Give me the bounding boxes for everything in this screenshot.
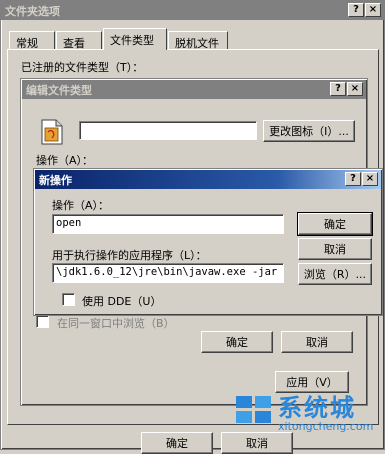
browse-button[interactable]: 浏览（R）... <box>298 263 372 285</box>
registered-types-label: 已注册的文件类型（T）： <box>21 61 144 74</box>
tab-offline-files[interactable]: 脱机文件 <box>168 31 228 50</box>
action-label: 操作（A）： <box>52 199 110 212</box>
tab-general[interactable]: 常规 <box>9 31 55 50</box>
new-action-window: 新操作 ? × 操作（A）： open 确定 取消 用于执行操作的应用程序（L）… <box>33 168 383 316</box>
file-type-icon <box>41 119 63 145</box>
type-name-input[interactable] <box>79 121 257 140</box>
edit-cancel-button[interactable]: 取消 <box>281 331 353 353</box>
action-input[interactable]: open <box>52 214 284 234</box>
tab-view[interactable]: 查看 <box>56 31 102 50</box>
watermark-logo-icon <box>236 396 271 423</box>
watermark-brand: 系统城 <box>278 394 356 422</box>
new-action-close-button[interactable]: × <box>362 172 378 186</box>
folder-ok-button[interactable]: 确定 <box>141 432 213 454</box>
use-dde-label: 使用 DDE（U） <box>82 295 162 308</box>
tab-file-types[interactable]: 文件类型 <box>103 28 167 50</box>
edit-file-type-titlebar: 编辑文件类型 <box>22 80 366 99</box>
change-icon-button[interactable]: 更改图标（I）... <box>263 120 355 142</box>
close-button[interactable]: × <box>365 3 381 17</box>
edit-ok-button[interactable]: 确定 <box>201 331 273 353</box>
help-button[interactable]: ? <box>348 3 364 17</box>
app-label: 用于执行操作的应用程序（L）： <box>52 249 207 262</box>
edit-help-button[interactable]: ? <box>330 82 346 96</box>
watermark-logo: 系统城 xitongcheng.com <box>232 384 382 446</box>
app-path-input[interactable]: \jdk1.6.0_12\jre\bin\javaw.exe -jar %1 <box>52 263 284 283</box>
folder-options-titlebar: 文件夹选项 <box>1 1 385 20</box>
folder-options-title: 文件夹选项 <box>5 5 60 18</box>
new-action-help-button[interactable]: ? <box>345 172 361 186</box>
edit-file-type-title: 编辑文件类型 <box>26 84 92 97</box>
new-action-ok-button[interactable]: 确定 <box>297 212 373 236</box>
use-dde-checkbox[interactable] <box>62 293 75 306</box>
new-action-titlebar: 新操作 <box>35 170 381 189</box>
new-action-cancel-button[interactable]: 取消 <box>298 238 372 260</box>
watermark-url: xitongcheng.com <box>278 420 374 433</box>
edit-close-button[interactable]: × <box>347 82 363 96</box>
actions-label: 操作（A）： <box>36 154 94 167</box>
new-action-title: 新操作 <box>39 174 72 187</box>
browse-same-window-label: 在同一窗口中浏览（B） <box>57 317 175 330</box>
browse-same-window-checkbox[interactable] <box>36 315 49 328</box>
